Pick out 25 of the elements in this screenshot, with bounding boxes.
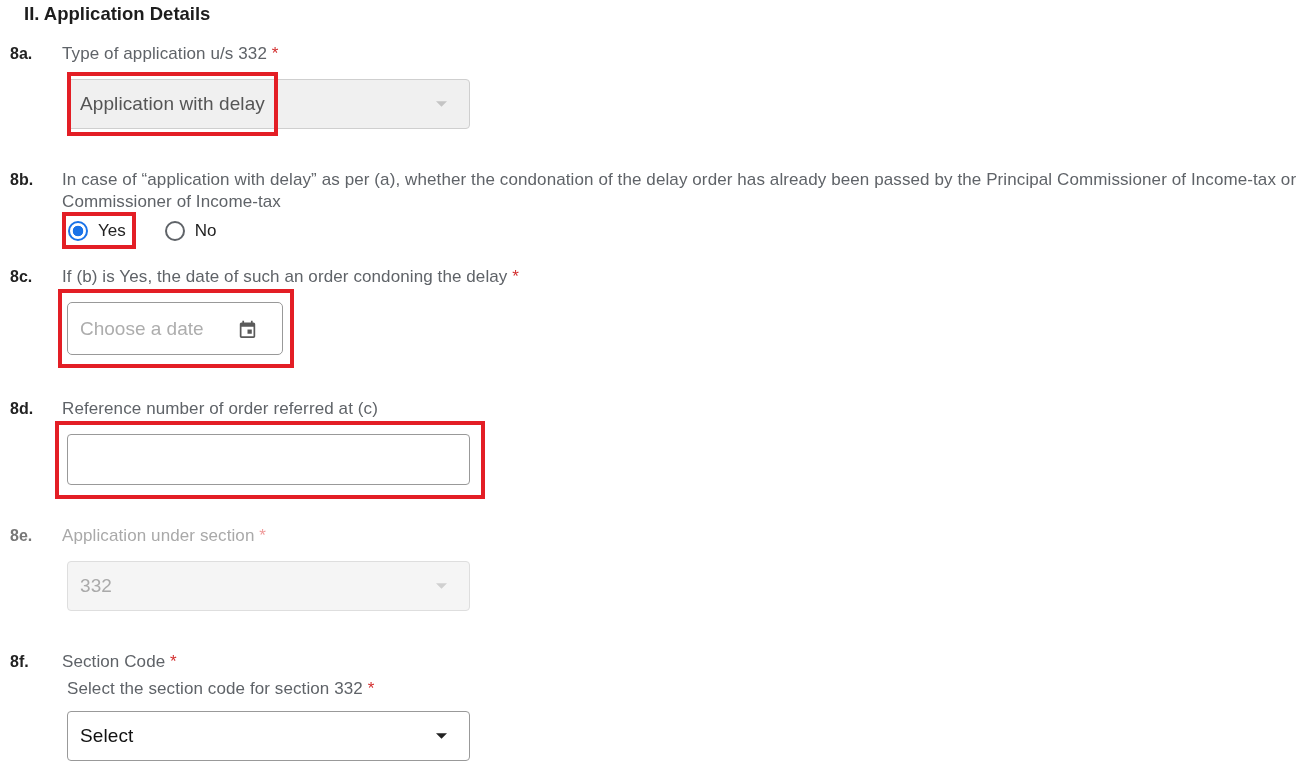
- question-number: 8e.: [10, 526, 34, 546]
- radio-button[interactable]: [164, 221, 185, 241]
- radio-label[interactable]: No: [194, 221, 217, 241]
- caret-icon: [436, 101, 447, 107]
- question-label: If (b) is Yes, the date of such an order condoning the delay *: [62, 266, 520, 288]
- radio-label[interactable]: Yes: [98, 221, 126, 241]
- text-input[interactable]: [67, 434, 470, 485]
- radio-button[interactable]: [68, 221, 88, 241]
- question-label: Type of application u/s 332 *: [62, 43, 280, 65]
- caret-icon: [436, 733, 447, 739]
- section-title: II. Application Details: [24, 2, 212, 26]
- question-number: 8b.: [10, 170, 35, 190]
- caret-icon: [436, 583, 447, 589]
- dropdown[interactable]: Select: [67, 711, 470, 761]
- question-number: 8d.: [10, 399, 35, 419]
- date-field[interactable]: Choose a date: [67, 302, 283, 355]
- question-label: Section Code *: [62, 651, 178, 673]
- question-number: 8a.: [10, 44, 34, 64]
- question-number: 8c.: [10, 267, 34, 287]
- question-label: Reference number of order referred at (c): [62, 398, 379, 420]
- question-number: 8f.: [10, 652, 30, 672]
- field-label: Select the section code for section 332 *: [67, 678, 376, 700]
- question-label: In case of “application with delay” as per (a), whether the condonation of the delay order has already been passed by the Principal Commissioner of Income-tax or Commissioner of Income-tax: [62, 169, 1298, 213]
- calendar-icon[interactable]: [239, 320, 256, 338]
- question-label: Application under section *: [62, 525, 267, 547]
